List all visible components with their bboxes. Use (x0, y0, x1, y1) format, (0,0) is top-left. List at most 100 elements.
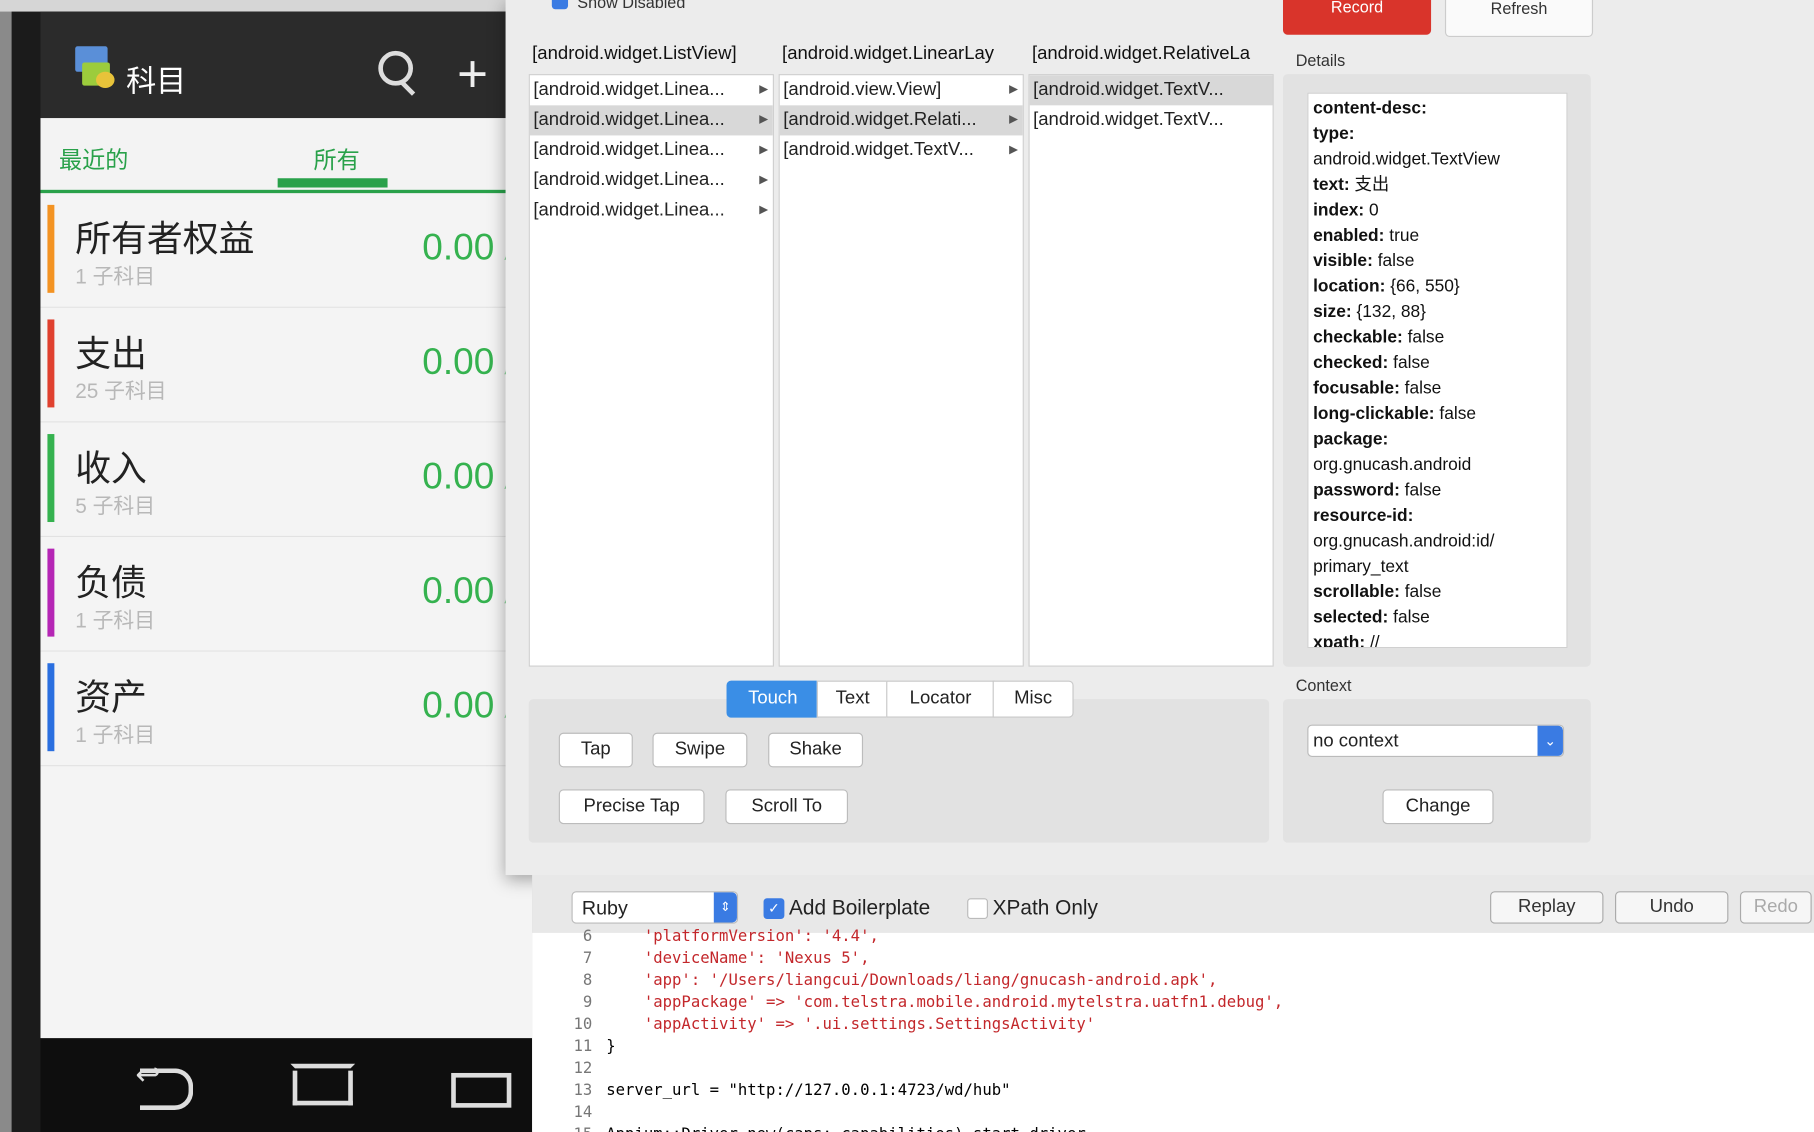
tab-misc[interactable]: Misc (992, 680, 1074, 718)
line-number: 7 (582, 949, 593, 968)
account-row[interactable]: 资产 1 子科目 0.00 / (40, 651, 533, 767)
detail-key: text: (1313, 174, 1350, 195)
disclosure-arrow-icon: ▶ (759, 203, 769, 217)
show-disabled-label: Show Disabled (577, 0, 686, 12)
show-disabled-checkbox[interactable] (551, 0, 569, 10)
detail-line: scrollable: false (1313, 580, 1562, 605)
tab-all[interactable]: 所有 (314, 141, 360, 175)
tab-recent[interactable]: 最近的 (59, 141, 128, 175)
tree-node[interactable]: [android.widget.TextV... (1029, 75, 1273, 106)
record-button[interactable]: Record (1282, 0, 1432, 35)
code-text: 'deviceName': 'Nexus 5', (606, 949, 870, 968)
language-value: Ruby (581, 897, 628, 920)
line-number: 8 (582, 971, 593, 990)
replay-button[interactable]: Replay (1490, 891, 1604, 924)
home-icon[interactable] (292, 1070, 353, 1106)
shake-button[interactable]: Shake (768, 732, 864, 768)
account-row[interactable]: 收入 5 子科目 0.00 / (40, 422, 533, 538)
column-header-3: [android.widget.RelativeLa (1031, 43, 1251, 64)
tree-node[interactable]: [android.view.View] ▶ (780, 75, 1023, 105)
tree-node[interactable]: [android.widget.TextV... ▶ (780, 135, 1023, 165)
account-color-stripe (47, 319, 55, 408)
tree-node[interactable]: [android.widget.Linea... ▶ (529, 105, 773, 136)
code-line: 8 'app': '/Users/liangcui/Downloads/lian… (532, 970, 1217, 992)
code-line: 7 'deviceName': 'Nexus 5', (532, 948, 870, 970)
details-text[interactable]: content-desc: type: android.widget.TextVie… (1307, 92, 1568, 649)
detail-line: password: false (1313, 478, 1562, 503)
line-number: 15 (532, 1124, 606, 1132)
tree-column-3[interactable]: [android.widget.TextV... [android.widget.… (1028, 74, 1274, 667)
detail-key: enabled: (1313, 225, 1385, 246)
swipe-button[interactable]: Swipe (652, 732, 748, 768)
detail-key: index: (1313, 200, 1365, 220)
undo-button[interactable]: Undo (1615, 891, 1729, 924)
detail-line: android.widget.TextView (1313, 147, 1562, 172)
account-balance: 0.00 / (422, 454, 515, 497)
line-number: 10 (573, 1015, 593, 1034)
recent-apps-icon[interactable] (451, 1072, 512, 1108)
code-editor[interactable]: 6 'platformVersion': '4.4', 7 'deviceName… (532, 927, 1814, 1132)
tree-node[interactable]: [android.widget.TextV... (1030, 105, 1273, 135)
context-label: Context (1295, 675, 1352, 695)
code-text: 'appActivity' => '.ui.settings.SettingsA… (606, 1015, 1096, 1034)
tree-node[interactable]: [android.widget.Linea... ▶ (530, 75, 773, 105)
tap-button[interactable]: Tap (558, 732, 633, 768)
detail-key: content-desc: (1313, 98, 1427, 119)
detail-value: true (1384, 225, 1420, 246)
detail-key: scrollable: (1313, 582, 1400, 602)
account-balance: 0.00 / (422, 569, 515, 612)
account-row[interactable]: 负债 1 子科目 0.00 / (40, 537, 533, 652)
detail-line: resource-id: (1313, 503, 1562, 528)
line-number: 12 (573, 1059, 593, 1078)
scroll-to-button[interactable]: Scroll To (725, 789, 849, 825)
account-name: 负债 (75, 562, 147, 604)
account-row[interactable]: 所有者权益 1 子科目 0.00 / (40, 193, 533, 308)
add-boilerplate-checkbox[interactable]: ✓ (763, 898, 785, 920)
xpath-only-checkbox[interactable] (967, 898, 988, 920)
change-context-button[interactable]: Change (1382, 789, 1494, 825)
add-icon[interactable]: + (457, 46, 488, 99)
account-name: 所有者权益 (75, 218, 255, 260)
code-text: Appium::Driver.new(caps: capabilities).s… (606, 1125, 1086, 1132)
redo-button[interactable]: Redo (1739, 891, 1812, 924)
detail-key: selected: (1313, 607, 1389, 628)
tree-node[interactable]: [android.widget.Relati... ▶ (779, 105, 1023, 136)
tab-touch[interactable]: Touch (726, 680, 820, 718)
language-select[interactable]: Ruby ⇕ (571, 891, 739, 924)
line-number: 14 (573, 1103, 593, 1122)
account-row[interactable]: 支出 25 子科目 0.00 / (40, 307, 533, 423)
tree-column-1[interactable]: [android.widget.Linea... ▶ [android.widget… (528, 74, 774, 667)
gnucash-app-icon[interactable] (75, 46, 117, 90)
active-tab-indicator (277, 178, 388, 188)
refresh-button[interactable]: Refresh (1444, 0, 1594, 38)
column-header-2: [android.widget.LinearLay (782, 43, 995, 64)
account-color-stripe (47, 548, 55, 637)
context-select[interactable]: no context ⌄ (1307, 724, 1565, 757)
back-arrow-icon: ↩ (135, 1056, 161, 1092)
tree-column-2[interactable]: [android.view.View] ▶ [android.widget.Rela… (778, 74, 1024, 667)
account-color-stripe (47, 663, 55, 752)
emulator-frame-edge (0, 11, 12, 1132)
tree-node[interactable]: [android.widget.Linea... ▶ (530, 196, 773, 226)
detail-key: password: (1313, 480, 1400, 501)
search-icon[interactable] (376, 49, 422, 100)
tab-locator[interactable]: Locator (886, 680, 995, 718)
tree-node[interactable]: [android.widget.Linea... ▶ (530, 135, 773, 165)
android-nav-bar: ↩ (40, 1038, 533, 1132)
code-line: 11} (532, 1036, 616, 1058)
details-label: Details (1295, 50, 1346, 70)
account-color-stripe (47, 434, 55, 523)
detail-key: long-clickable: (1313, 403, 1435, 424)
precise-tap-button[interactable]: Precise Tap (558, 789, 705, 825)
detail-value: false (1399, 378, 1442, 399)
tree-node[interactable]: [android.widget.Linea... ▶ (530, 166, 773, 196)
add-boilerplate-label: Add Boilerplate (788, 895, 931, 920)
tree-node-label: [android.widget.TextV... (1033, 109, 1224, 130)
account-subaccount-count: 1 子科目 (75, 265, 156, 289)
detail-line: primary_text (1313, 554, 1562, 579)
tree-node-label: [android.widget.Linea... (533, 170, 725, 190)
detail-line: checkable: false (1313, 325, 1562, 350)
detail-key: size: (1313, 302, 1352, 322)
tab-text[interactable]: Text (816, 680, 889, 718)
account-balance: 0.00 / (422, 225, 515, 268)
